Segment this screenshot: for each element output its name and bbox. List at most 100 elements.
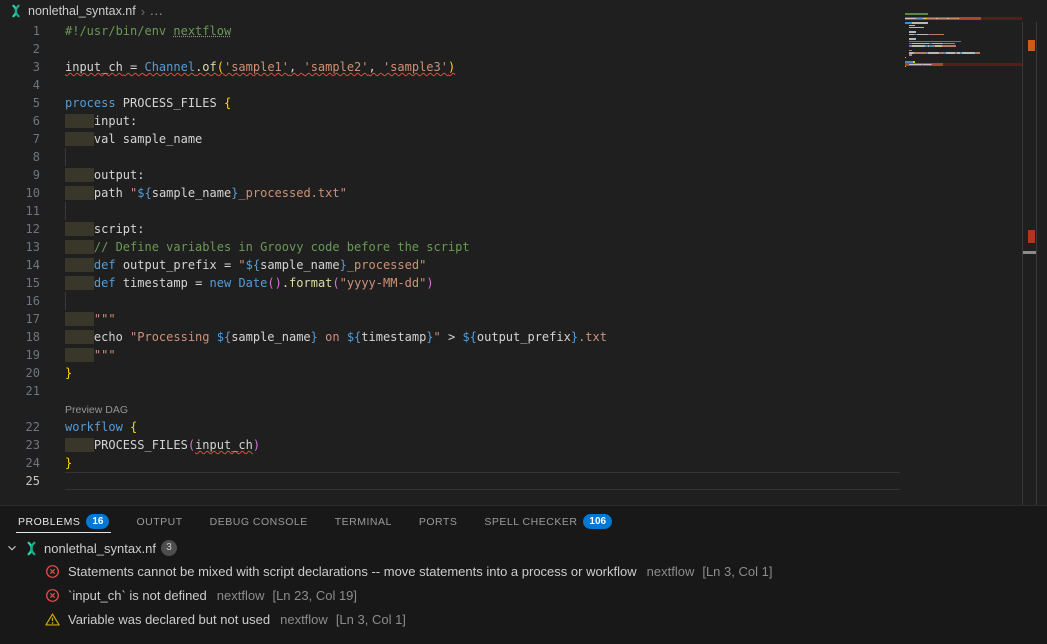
code-line[interactable]: 25 bbox=[0, 472, 905, 490]
code-line[interactable]: 20} bbox=[0, 364, 905, 382]
problem-row[interactable]: Variable was declared but not usednextfl… bbox=[0, 607, 1047, 631]
code-line[interactable]: 4 bbox=[0, 76, 905, 94]
code-token: of bbox=[202, 60, 216, 74]
minimap-token bbox=[917, 34, 928, 36]
minimap-line bbox=[905, 18, 959, 20]
tab-spell-checker[interactable]: SPELL CHECKER106 bbox=[484, 506, 612, 537]
code-token: Channel bbox=[144, 60, 195, 74]
breadcrumb[interactable]: nonlethal_syntax.nf › ... bbox=[0, 0, 1047, 22]
code-token: } bbox=[65, 456, 72, 470]
problem-row[interactable]: `input_ch` is not definednextflow[Ln 23,… bbox=[0, 583, 1047, 607]
line-number: 1 bbox=[0, 22, 40, 40]
indent-highlight bbox=[65, 168, 94, 182]
tab-terminal[interactable]: TERMINAL bbox=[335, 506, 392, 537]
code-token: nextflow bbox=[173, 24, 231, 38]
code-token: input_ch bbox=[195, 438, 253, 452]
tab-debug-console[interactable]: DEBUG CONSOLE bbox=[210, 506, 308, 537]
problem-row[interactable]: Statements cannot be mixed with script d… bbox=[0, 559, 1047, 583]
code-token: "Processing bbox=[130, 330, 217, 344]
code-content: PROCESS_FILES(input_ch) bbox=[65, 436, 260, 454]
code-line[interactable]: 9 output: bbox=[0, 166, 905, 184]
tab-badge: 16 bbox=[86, 514, 109, 529]
codelens-preview-dag[interactable]: Preview DAG bbox=[0, 400, 905, 418]
nextflow-file-icon bbox=[24, 541, 39, 556]
code-line[interactable]: 3input_ch = Channel.of('sample1', 'sampl… bbox=[0, 58, 905, 76]
line-number: 22 bbox=[0, 418, 40, 436]
tab-problems[interactable]: PROBLEMS16 bbox=[18, 506, 109, 537]
minimap-token bbox=[938, 18, 947, 20]
code-token: input_ch bbox=[65, 60, 123, 74]
overview-ruler[interactable] bbox=[1022, 22, 1037, 505]
line-number: 17 bbox=[0, 310, 40, 328]
line-number: 16 bbox=[0, 292, 40, 310]
code-content bbox=[65, 472, 900, 490]
code-content: val sample_name bbox=[65, 130, 202, 148]
code-line[interactable]: 16 bbox=[0, 292, 905, 310]
problem-source: nextflow bbox=[280, 612, 328, 627]
tab-label: OUTPUT bbox=[136, 516, 182, 528]
code-token: } bbox=[571, 330, 578, 344]
minimap-token bbox=[928, 52, 939, 54]
code-line[interactable]: 1#!/usr/bin/env nextflow bbox=[0, 22, 905, 40]
code-line[interactable]: 24} bbox=[0, 454, 905, 472]
minimap-token bbox=[931, 64, 932, 66]
code-content: workflow { bbox=[65, 418, 137, 436]
line-number: 2 bbox=[0, 40, 40, 58]
code-token: = bbox=[123, 60, 145, 74]
code-line[interactable]: 21 bbox=[0, 382, 905, 400]
code-line[interactable]: 17 """ bbox=[0, 310, 905, 328]
code-token: output_prefix bbox=[477, 330, 571, 344]
code-token: """ bbox=[94, 348, 116, 362]
code-line[interactable]: 23 PROCESS_FILES(input_ch) bbox=[0, 436, 905, 454]
code-token: timestamp bbox=[361, 330, 426, 344]
code-line[interactable]: 7 val sample_name bbox=[0, 130, 905, 148]
code-line[interactable]: 6 input: bbox=[0, 112, 905, 130]
problem-location: [Ln 23, Col 19] bbox=[272, 588, 357, 603]
code-line[interactable]: 22 workflow { bbox=[0, 418, 905, 436]
chevron-down-icon[interactable] bbox=[5, 541, 19, 555]
breadcrumb-file-name[interactable]: nonlethal_syntax.nf bbox=[28, 4, 136, 18]
chevron-right-icon: › bbox=[141, 4, 145, 19]
line-number: 5 bbox=[0, 94, 40, 112]
code-editor[interactable]: 1#!/usr/bin/env nextflow23input_ch = Cha… bbox=[0, 22, 905, 505]
line-number: 18 bbox=[0, 328, 40, 346]
code-line[interactable]: 19 """ bbox=[0, 346, 905, 364]
code-token: ) bbox=[448, 60, 455, 74]
code-content: // Define variables in Groovy code befor… bbox=[65, 238, 470, 256]
code-content: script: bbox=[65, 220, 144, 238]
indent-highlight bbox=[65, 348, 94, 362]
indent-highlight bbox=[65, 222, 94, 236]
code-line[interactable]: 11 bbox=[0, 202, 905, 220]
code-line[interactable]: 18 echo "Processing ${sample_name} on ${… bbox=[0, 328, 905, 346]
code-token: _processed" bbox=[347, 258, 426, 272]
minimap-line bbox=[905, 13, 928, 15]
code-line[interactable]: 15 def timestamp = new Date().format("yy… bbox=[0, 274, 905, 292]
code-line[interactable]: 12 script: bbox=[0, 220, 905, 238]
ruler-error-marker bbox=[1028, 230, 1035, 243]
minimap-token bbox=[962, 52, 975, 54]
code-token: sample_name bbox=[152, 186, 231, 200]
code-line[interactable]: 8 bbox=[0, 148, 905, 166]
code-line[interactable]: 14 def output_prefix = "${sample_name}_p… bbox=[0, 256, 905, 274]
code-token: sample_name bbox=[260, 258, 339, 272]
line-number: 20 bbox=[0, 364, 40, 382]
code-line[interactable]: 2 bbox=[0, 40, 905, 58]
code-token: } bbox=[311, 330, 318, 344]
code-line[interactable]: 13 // Define variables in Groovy code be… bbox=[0, 238, 905, 256]
code-content bbox=[65, 148, 66, 166]
minimap-token bbox=[912, 45, 925, 47]
minimap-token bbox=[929, 34, 944, 36]
problem-message: Statements cannot be mixed with script d… bbox=[68, 564, 637, 579]
minimap-token bbox=[909, 27, 924, 29]
problems-file-group[interactable]: nonlethal_syntax.nf 3 bbox=[0, 537, 1047, 559]
code-line[interactable]: 5process PROCESS_FILES { bbox=[0, 94, 905, 112]
breadcrumb-ellipsis[interactable]: ... bbox=[150, 4, 163, 18]
code-token: new bbox=[210, 276, 232, 290]
code-content: output: bbox=[65, 166, 144, 184]
code-token: { bbox=[224, 96, 231, 110]
tab-ports[interactable]: PORTS bbox=[419, 506, 457, 537]
code-line[interactable]: 10 path "${sample_name}_processed.txt" bbox=[0, 184, 905, 202]
line-number: 7 bbox=[0, 130, 40, 148]
minimap[interactable] bbox=[905, 13, 1022, 88]
tab-output[interactable]: OUTPUT bbox=[136, 506, 182, 537]
